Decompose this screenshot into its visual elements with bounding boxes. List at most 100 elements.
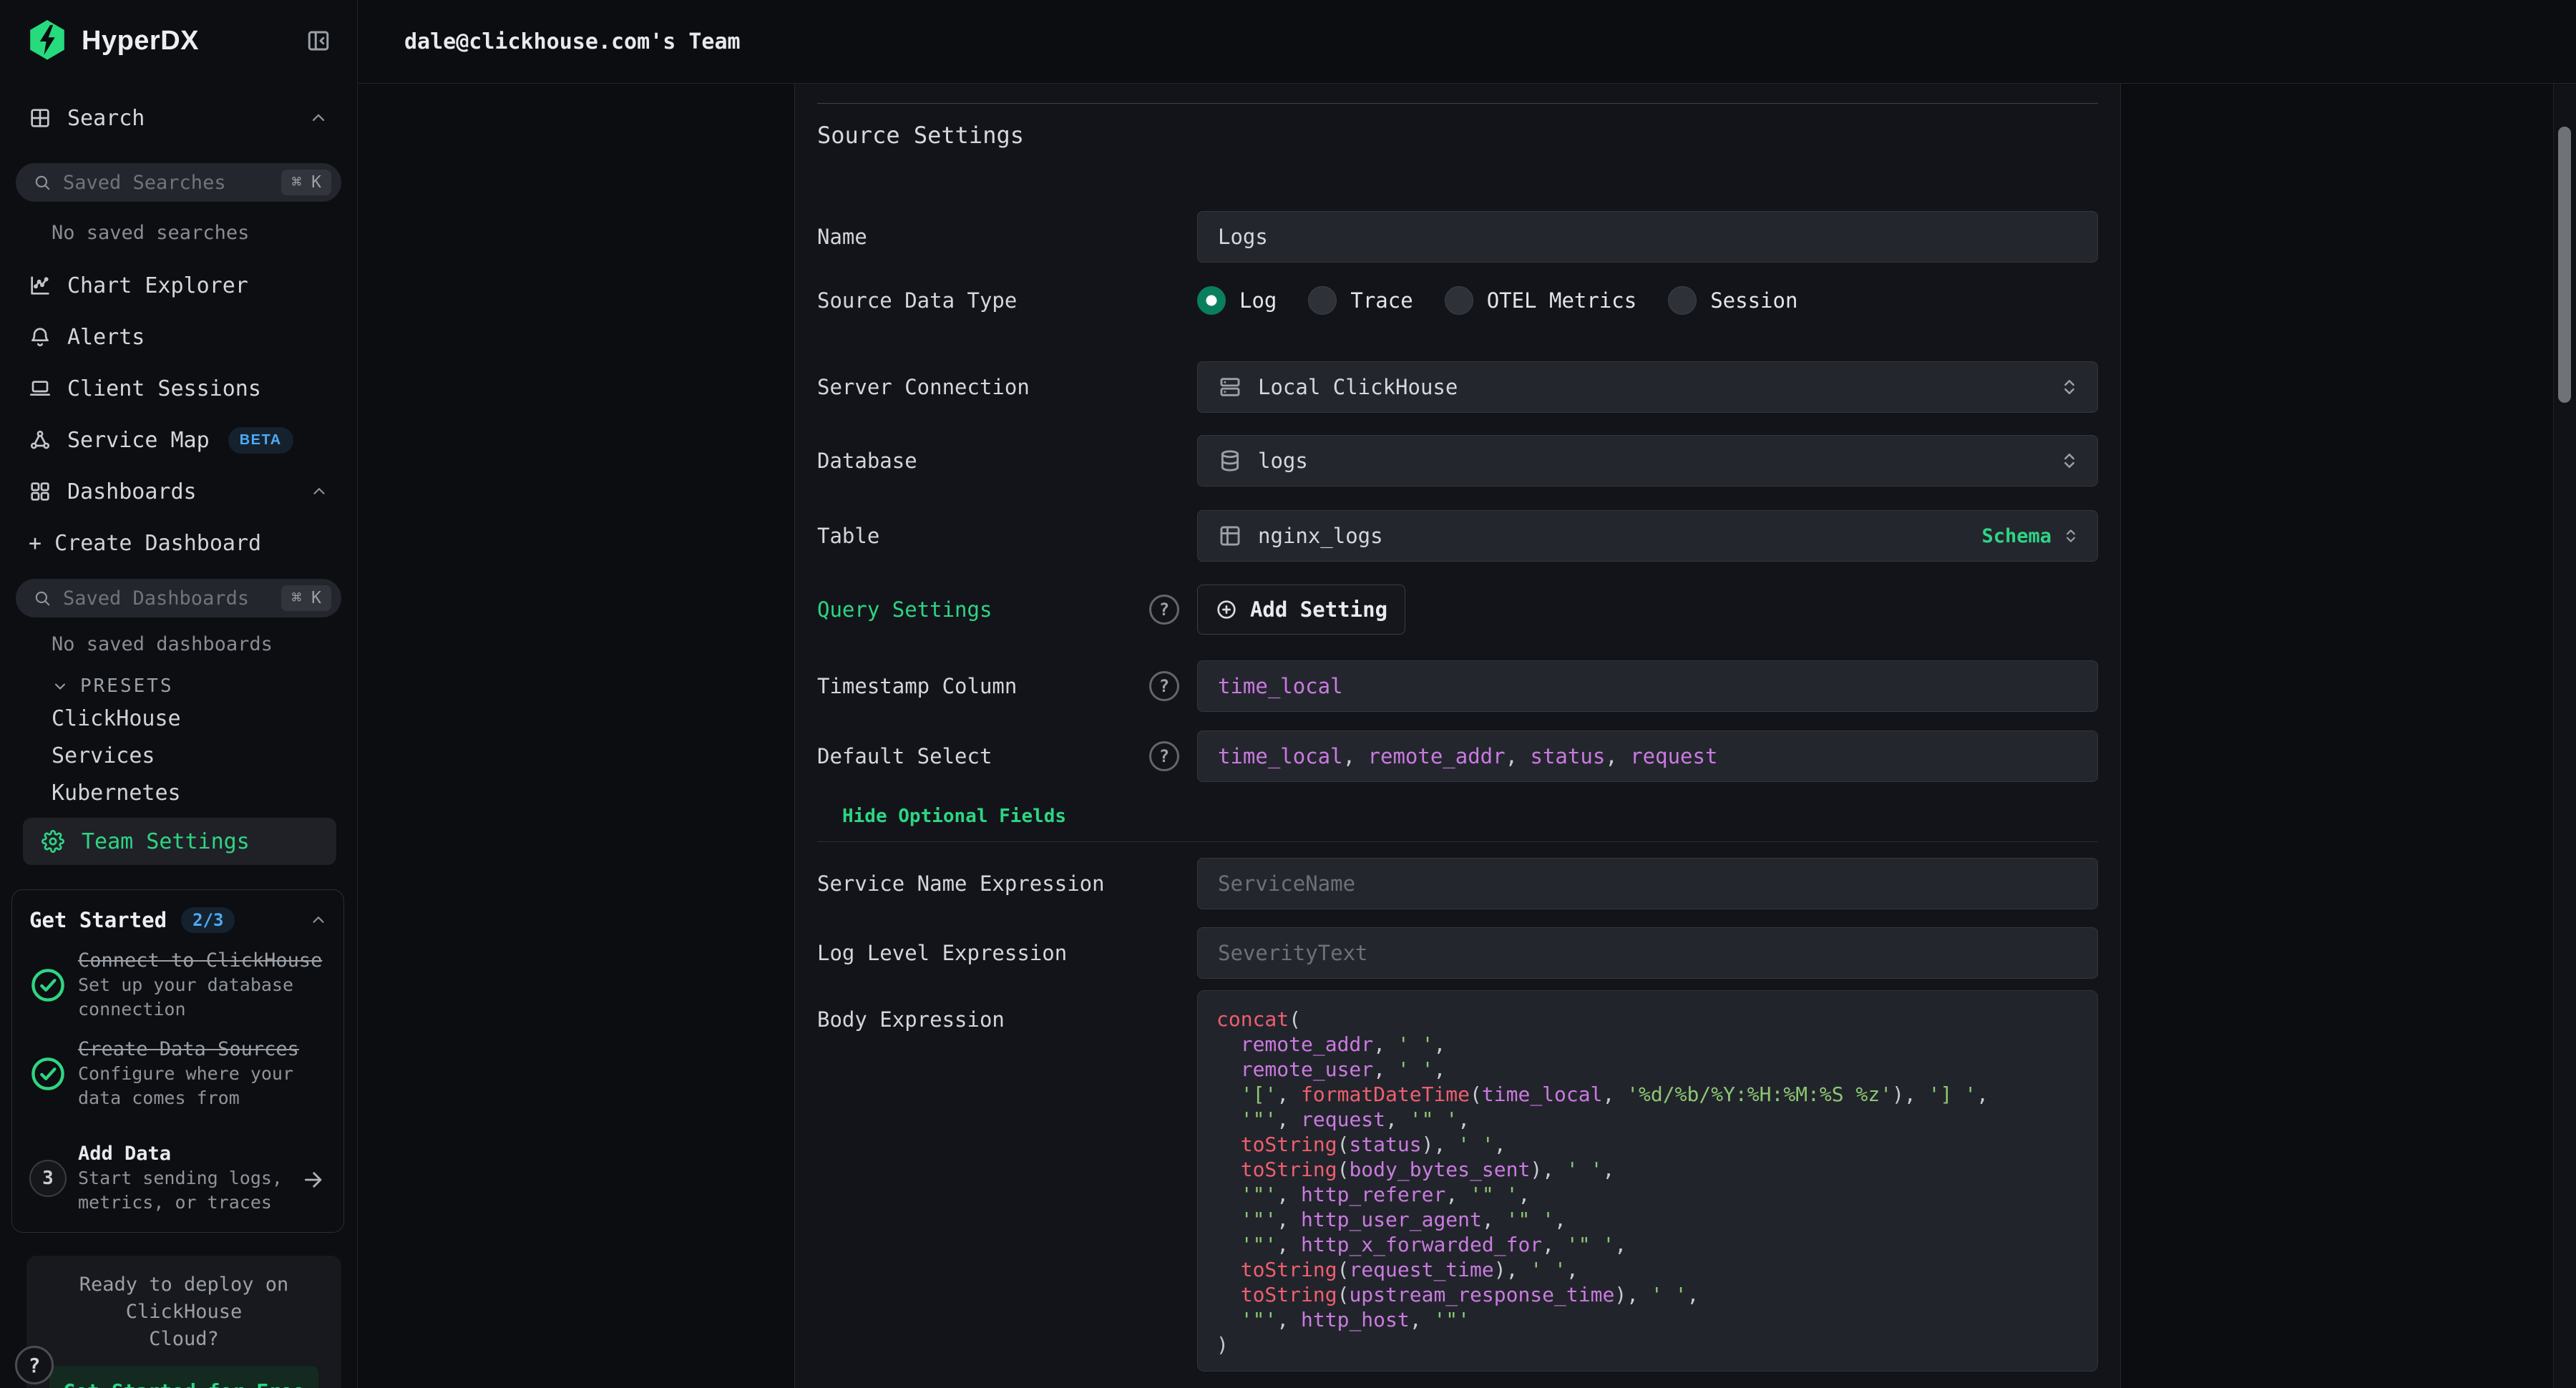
code-token: '['	[1241, 1082, 1277, 1106]
default-select-input[interactable]: time_local, remote_addr, status, request	[1197, 730, 2098, 782]
database-select[interactable]: logs	[1197, 435, 2098, 487]
sidebar-item-dashboards[interactable]: Dashboards	[0, 466, 357, 517]
log-level-label: Log Level Expression	[817, 941, 1067, 965]
code-token: )	[1216, 1333, 1229, 1357]
body-expression-row: Body Expression concat( remote_addr, ' '…	[817, 990, 2098, 1372]
code-token: ,	[1277, 1183, 1301, 1206]
code-token: ),	[1422, 1133, 1458, 1156]
radio-log[interactable]: Log	[1197, 286, 1277, 315]
sidebar-item-chart-explorer[interactable]: Chart Explorer	[0, 260, 357, 311]
scrollbar-track[interactable]	[2553, 84, 2576, 1388]
timestamp-column-row: Timestamp Column ? time_local	[817, 660, 2098, 712]
code-token: ' '	[1530, 1258, 1566, 1281]
sidebar-item-team-settings[interactable]: Team Settings	[23, 818, 336, 865]
code-token: ,	[1445, 1183, 1470, 1206]
code-token: ),	[1530, 1158, 1566, 1181]
code-line: '"', http_x_forwarded_for, '" ',	[1216, 1232, 2083, 1257]
code-line: '"', http_referer, '" ',	[1216, 1182, 2083, 1207]
server-connection-select[interactable]: Local ClickHouse	[1197, 361, 2098, 413]
help-icon[interactable]: ?	[1149, 741, 1179, 771]
code-token: (	[1337, 1283, 1350, 1306]
code-token: ,	[1277, 1108, 1301, 1131]
scrollbar-thumb[interactable]	[2558, 127, 2571, 403]
saved-searches-input[interactable]: Saved Searches ⌘ K	[16, 163, 341, 202]
schema-link[interactable]: Schema	[1981, 525, 2051, 547]
service-name-input[interactable]	[1197, 858, 2098, 909]
preset-item-services[interactable]: Services	[0, 738, 357, 775]
code-token	[1216, 1308, 1241, 1331]
code-token: time_local	[1218, 674, 1343, 698]
team-settings-label: Team Settings	[82, 829, 250, 854]
get-started-item-desc: Configure where your data comes from	[78, 1062, 328, 1110]
get-started-item-title: Create Data Sources	[78, 1037, 328, 1062]
help-icon[interactable]: ?	[1149, 671, 1179, 701]
sidebar-item-label: Dashboards	[67, 479, 197, 504]
get-started-item-title: Connect to ClickHouse	[78, 949, 328, 973]
code-token: http_host	[1301, 1308, 1410, 1331]
sidebar-item-service-map[interactable]: Service MapBETA	[0, 414, 357, 466]
progress-badge: 2/3	[181, 907, 235, 933]
table-label: Table	[817, 524, 879, 548]
radio-session[interactable]: Session	[1668, 286, 1797, 315]
code-token	[1216, 1233, 1241, 1256]
body-expression-editor[interactable]: concat( remote_addr, ' ', remote_user, '…	[1197, 990, 2098, 1372]
get-started-free-button[interactable]: Get Started for Free	[49, 1366, 318, 1388]
radio-trace[interactable]: Trace	[1308, 286, 1413, 315]
presets-toggle[interactable]: PRESETS	[0, 672, 357, 700]
get-started-header[interactable]: Get Started 2/3	[29, 907, 328, 933]
preset-item-clickhouse[interactable]: ClickHouse	[0, 700, 357, 738]
code-token: toString	[1241, 1158, 1337, 1181]
chevron-up-icon[interactable]	[308, 108, 328, 128]
code-token: ,	[1433, 1057, 1445, 1081]
code-token: (	[1337, 1258, 1350, 1281]
no-saved-searches-text: No saved searches	[0, 219, 357, 248]
table-select[interactable]: nginx_logs Schema	[1197, 510, 2098, 562]
code-line: '[', formatDateTime(time_local, '%d/%b/%…	[1216, 1082, 2083, 1107]
service-name-row: Service Name Expression	[817, 858, 2098, 909]
select-chevrons-icon	[2059, 450, 2080, 471]
section-title: Source Settings	[817, 119, 2098, 151]
sidebar-item-search[interactable]: Search	[0, 100, 357, 136]
timestamp-column-input[interactable]: time_local	[1197, 660, 2098, 712]
add-setting-button[interactable]: Add Setting	[1197, 585, 1405, 635]
radio-dot[interactable]	[1197, 286, 1226, 315]
service-name-label: Service Name Expression	[817, 871, 1105, 896]
code-line: toString(request_time), ' ',	[1216, 1257, 2083, 1282]
help-button[interactable]: ?	[15, 1346, 54, 1384]
dashboards-icon	[29, 480, 52, 503]
server-connection-value: Local ClickHouse	[1258, 375, 1458, 399]
hide-optional-fields-link[interactable]: Hide Optional Fields	[842, 802, 2098, 831]
chevron-up-icon[interactable]	[310, 482, 328, 501]
code-line: '"', http_host, '"'	[1216, 1307, 2083, 1332]
saved-dashboards-input[interactable]: Saved Dashboards ⌘ K	[16, 579, 341, 617]
help-icon[interactable]: ?	[1149, 595, 1179, 625]
select-chevrons-icon	[2062, 527, 2080, 545]
create-dashboard-button[interactable]: + Create Dashboard	[0, 517, 357, 569]
code-token	[1216, 1057, 1241, 1081]
default-select-row: Default Select ? time_local, remote_addr…	[817, 730, 2098, 782]
get-started-item-create-data-sources[interactable]: Create Data SourcesConfigure where your …	[29, 1037, 328, 1110]
get-started-item-connect-to-clickhouse[interactable]: Connect to ClickHouseSet up your databas…	[29, 949, 328, 1022]
code-line: toString(upstream_response_time), ' ',	[1216, 1282, 2083, 1307]
radio-dot[interactable]	[1445, 286, 1473, 315]
code-token: ,	[1602, 1082, 1626, 1106]
radio-dot[interactable]	[1308, 286, 1337, 315]
radio-dot[interactable]	[1668, 286, 1697, 315]
name-input[interactable]	[1197, 211, 2098, 263]
sidebar-collapse-icon[interactable]	[306, 28, 331, 54]
preset-item-kubernetes[interactable]: Kubernetes	[0, 775, 357, 812]
sidebar-item-alerts[interactable]: Alerts	[0, 311, 357, 363]
logo-row: HyperDX	[0, 19, 357, 63]
code-token: request	[1630, 744, 1717, 768]
arrow-right-icon[interactable]	[299, 1168, 328, 1192]
code-token: ),	[1494, 1258, 1531, 1281]
radio-otel-metrics[interactable]: OTEL Metrics	[1445, 286, 1637, 315]
code-token: ' '	[1397, 1057, 1434, 1081]
log-level-input[interactable]	[1197, 927, 2098, 979]
get-started-item-add-data[interactable]: 3Add DataStart sending logs, metrics, or…	[29, 1142, 328, 1215]
sidebar-item-client-sessions[interactable]: Client Sessions	[0, 363, 357, 414]
chevron-up-icon[interactable]	[309, 911, 328, 929]
chart-icon	[29, 274, 52, 297]
code-line: remote_user, ' ',	[1216, 1057, 2083, 1082]
code-token: ,	[1542, 1233, 1566, 1256]
